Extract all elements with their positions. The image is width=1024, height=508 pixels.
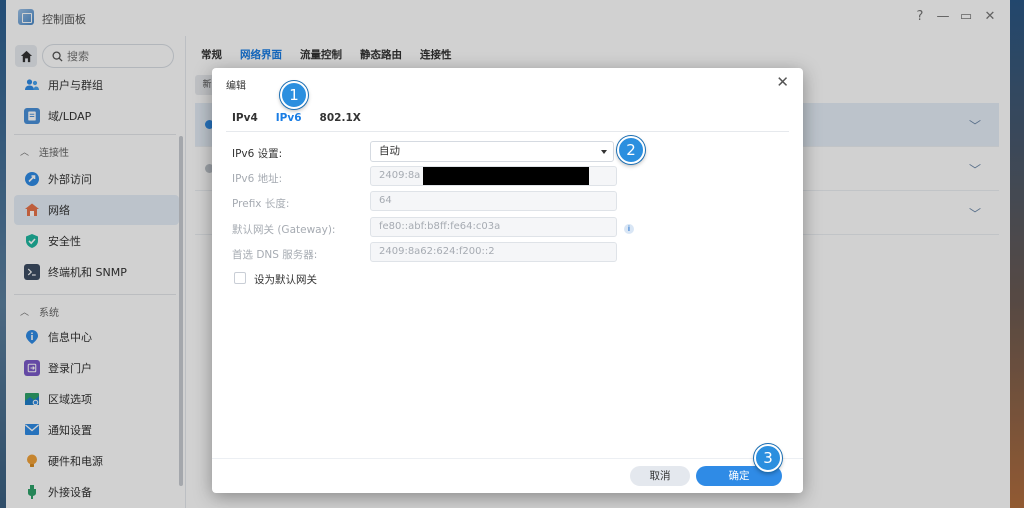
cancel-button[interactable]: 取消 xyxy=(630,466,690,486)
dialog-tabs: IPv4 IPv6 802.1X xyxy=(232,112,379,124)
callout-badge-2: 2 xyxy=(617,136,645,164)
close-icon[interactable]: ✕ xyxy=(776,73,789,91)
gateway-label: 默认网关 (Gateway): xyxy=(232,224,336,236)
tab-802-1x[interactable]: 802.1X xyxy=(320,112,361,124)
ipv6-address-label: IPv6 地址: xyxy=(232,173,283,185)
tab-divider xyxy=(226,131,789,132)
dropdown-caret-icon xyxy=(601,150,607,154)
edit-dialog: 编辑 ✕ IPv4 IPv6 802.1X IPv6 设置: 自动 IPv6 地… xyxy=(212,68,803,493)
prefix-length-field: 64 xyxy=(370,191,617,211)
prefix-length-label: Prefix 长度: xyxy=(232,198,290,210)
ipv6-setting-label: IPv6 设置: xyxy=(232,148,283,160)
dns-label: 首选 DNS 服务器: xyxy=(232,249,318,261)
footer-divider xyxy=(212,458,803,459)
ipv6-setting-value: 自动 xyxy=(379,145,400,157)
tab-ipv6[interactable]: IPv6 xyxy=(276,112,302,124)
dialog-title: 编辑 xyxy=(226,81,246,92)
ipv6-setting-select[interactable]: 自动 xyxy=(370,141,614,162)
ipv6-address-value: 2409:8a xyxy=(379,170,421,181)
gateway-value: fe80::abf:b8ff:fe64:c03a xyxy=(379,221,501,232)
default-gateway-label: 设为默认网关 xyxy=(254,274,317,286)
tab-ipv4[interactable]: IPv4 xyxy=(232,112,258,124)
info-icon[interactable]: i xyxy=(624,224,634,234)
default-gateway-checkbox[interactable] xyxy=(234,272,246,284)
gateway-field: fe80::abf:b8ff:fe64:c03a xyxy=(370,217,617,237)
dns-field: 2409:8a62:624:f200::2 xyxy=(370,242,617,262)
prefix-length-value: 64 xyxy=(379,195,392,206)
dns-value: 2409:8a62:624:f200::2 xyxy=(379,246,495,257)
redaction-bar xyxy=(423,167,589,185)
callout-badge-3: 3 xyxy=(754,444,782,472)
callout-badge-1: 1 xyxy=(280,81,308,109)
